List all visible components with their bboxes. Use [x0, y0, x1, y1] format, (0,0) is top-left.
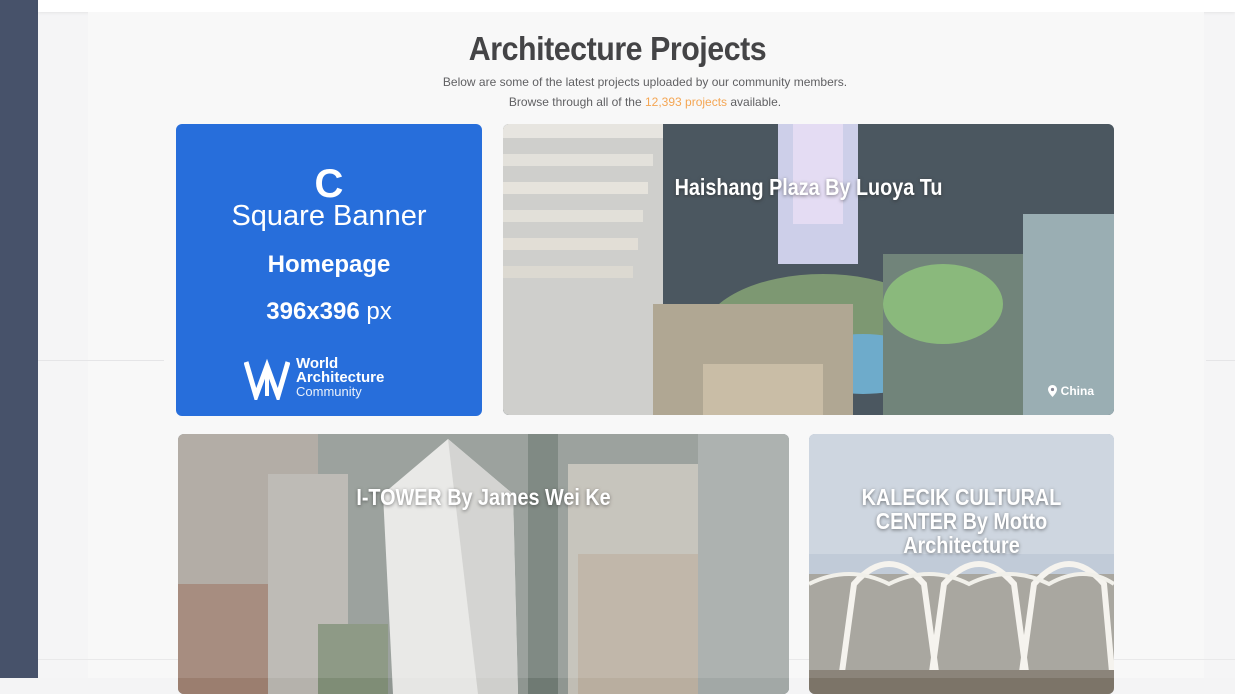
intro-suffix: available. — [727, 95, 782, 109]
location-pin-icon — [1047, 385, 1057, 397]
project-image-kalecik — [809, 434, 1114, 694]
logo-word-architecture: Architecture — [296, 369, 385, 386]
divider-right — [1206, 360, 1235, 361]
project-location-text: China — [1060, 384, 1094, 398]
all-projects-link[interactable]: 12,393 projects — [645, 95, 727, 109]
top-header-strip — [38, 0, 1235, 12]
page-title: Architecture Projects — [468, 30, 767, 68]
intro-text-line1: Below are some of the latest projects up… — [442, 75, 848, 89]
project-title-itower: I-TOWER By James Wei Ke — [356, 484, 611, 510]
intro-text-line2: Browse through all of the 12,393 project… — [0, 95, 1235, 109]
banner-size-value: 396x396 — [266, 298, 360, 325]
wac-logo-icon — [244, 358, 290, 400]
project-location: China — [1047, 384, 1094, 398]
banner-title: Square Banner — [231, 200, 427, 232]
banner-size-unit: px — [366, 298, 392, 325]
wac-logo: World Architecture Community — [244, 356, 384, 400]
logo-word-community: Community — [296, 384, 362, 399]
intro-prefix: Browse through all of the — [508, 95, 645, 109]
divider-left — [38, 360, 164, 361]
project-card-i-tower[interactable]: I-TOWER By James Wei Ke — [178, 434, 789, 694]
project-image-itower — [178, 434, 789, 694]
square-banner-ad[interactable]: C Square Banner Homepage 396x396 px Worl… — [176, 124, 482, 416]
banner-size: 396x396 px — [176, 298, 482, 326]
project-image-haishang — [503, 124, 1114, 415]
project-title-haishang: Haishang Plaza By Luoya Tu — [674, 174, 943, 200]
project-card-haishang-plaza[interactable]: Haishang Plaza By Luoya Tu China — [503, 124, 1114, 415]
project-card-kalecik[interactable]: KALECIK CULTURAL CENTER By Motto Archite… — [809, 434, 1114, 694]
banner-placement: Homepage — [267, 251, 391, 278]
project-title-kalecik: KALECIK CULTURAL CENTER By Motto Archite… — [861, 484, 1062, 558]
